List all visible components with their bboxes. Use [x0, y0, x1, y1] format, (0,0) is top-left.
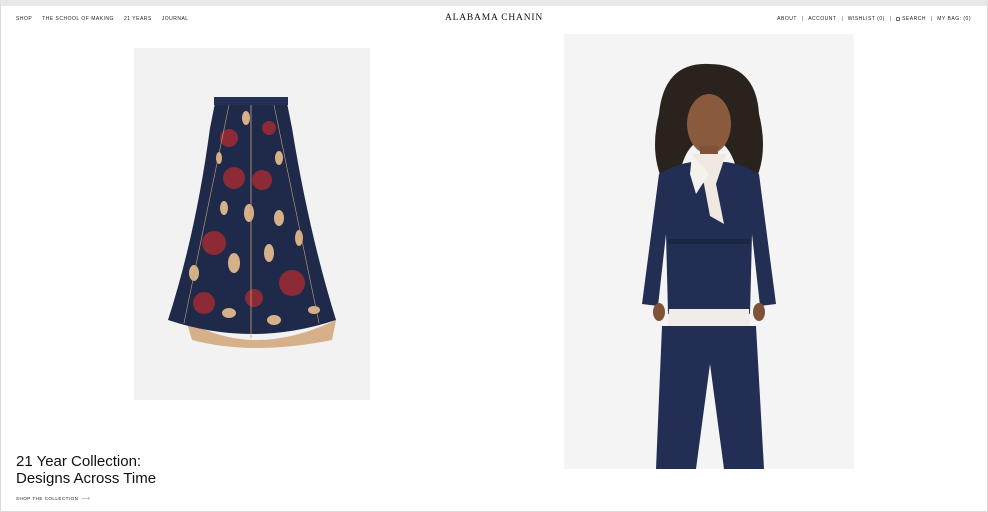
utility-nav: ABOUT | ACCOUNT | WISHLIST (0) | SEARCH …: [777, 16, 971, 22]
nav-account[interactable]: ACCOUNT: [808, 16, 836, 22]
skirt-photo-icon: [134, 48, 370, 400]
shop-collection-label: SHOP THE COLLECTION: [16, 496, 79, 501]
skirt-image[interactable]: [134, 48, 370, 400]
hero-title: 21 Year Collection: Designs Across Time: [16, 453, 156, 487]
nav-about[interactable]: ABOUT: [777, 16, 797, 22]
nav-separator: |: [841, 16, 843, 22]
hero-title-line2: Designs Across Time: [16, 470, 157, 487]
arrow-right-icon: ⟶: [81, 496, 91, 502]
nav-search[interactable]: SEARCH: [896, 16, 926, 22]
hero-title-line1: 21 Year Collection:: [16, 453, 142, 470]
nav-search-label: SEARCH: [902, 16, 926, 22]
nav-wishlist[interactable]: WISHLIST (0): [848, 16, 885, 22]
nav-separator: |: [801, 16, 804, 22]
model-photo-icon: [564, 34, 854, 469]
nav-separator: |: [930, 16, 933, 22]
model-image[interactable]: [564, 34, 854, 469]
shop-collection-link[interactable]: SHOP THE COLLECTION ⟶: [16, 495, 90, 502]
search-icon: [896, 16, 901, 21]
nav-separator: |: [889, 16, 892, 22]
nav-my-bag[interactable]: MY BAG: (0): [937, 16, 971, 22]
